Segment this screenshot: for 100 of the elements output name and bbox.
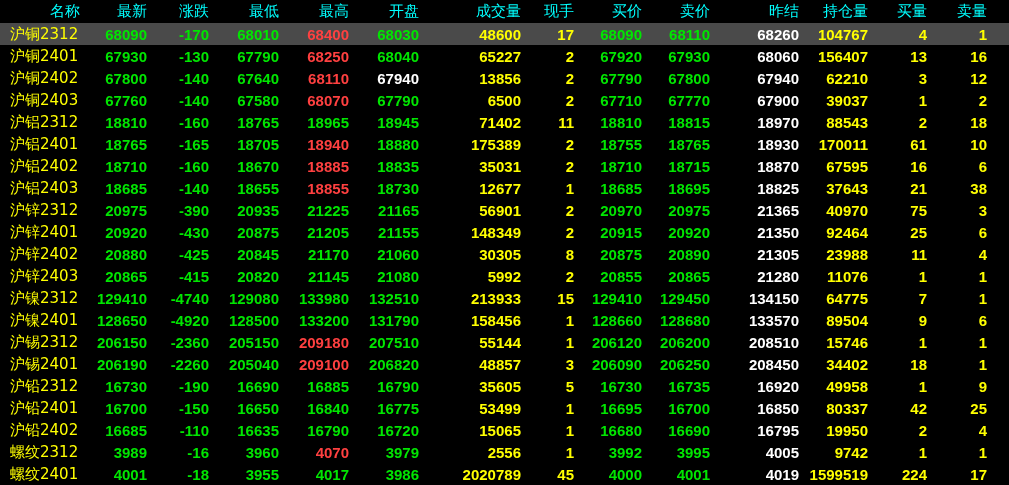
table-cell-text: 67640 — [236, 69, 279, 87]
table-cell-text: 45 — [556, 465, 574, 483]
quote-row[interactable]: 沪铅2312 16730 -190 16690 16885 16790 35605 5 16730 16735 16920 49958 1 9 — [0, 375, 1009, 397]
table-cell-text: 224 — [900, 465, 927, 483]
table-cell-text: 9 — [917, 311, 927, 329]
quote-row[interactable]: 沪铅2402 16685 -110 16635 16790 16720 15065 1 16680 16690 16795 19950 2 4 — [0, 419, 1009, 441]
table-cell-text: 21165 — [377, 201, 419, 219]
table-cell-text: 1 — [977, 355, 987, 373]
table-cell-text: 5992 — [486, 267, 521, 285]
table-cell-text: 18880 — [376, 135, 419, 153]
table-cell-text: 20880 — [104, 245, 147, 263]
table-cell-text: 18655 — [236, 179, 279, 197]
column-header[interactable]: 持仓量 — [799, 2, 868, 21]
table-cell-text: 129410 — [590, 289, 642, 307]
table-cell-text: 67710 — [599, 91, 642, 109]
contract-name: 沪镍2312 — [9, 288, 79, 308]
table-cell-text: 1 — [917, 91, 927, 109]
column-header[interactable]: 卖价 — [642, 2, 710, 21]
table-cell-text: 49958 — [825, 377, 868, 395]
table-cell-text: 3986 — [384, 465, 419, 483]
table-cell-text: 21280 — [756, 267, 799, 285]
table-cell-text: 68400 — [306, 25, 349, 43]
table-cell-text: 1 — [564, 333, 574, 351]
column-header[interactable]: 最低 — [209, 2, 279, 21]
table-cell-text: 148349 — [469, 223, 521, 241]
table-cell-text: 1 — [564, 421, 574, 439]
quote-row[interactable]: 沪锌2312 20975 -390 20935 21225 21165 56901 2 20970 20975 21365 40970 75 3 — [0, 199, 1009, 221]
column-header[interactable]: 卖量 — [927, 2, 987, 21]
quote-row[interactable]: 沪锌2403 20865 -415 20820 21145 21080 5992 2 20855 20865 21280 11076 1 1 — [0, 265, 1009, 287]
column-header[interactable]: 昨结 — [710, 2, 799, 21]
table-cell-text: 20820 — [236, 267, 279, 285]
table-cell-text: 207510 — [367, 333, 419, 351]
column-header[interactable]: 最高 — [279, 2, 349, 21]
table-cell-text: 3 — [564, 355, 574, 373]
contract-name: 沪铝2402 — [9, 156, 79, 176]
table-cell-text: 16700 — [667, 399, 710, 417]
quote-row[interactable]: 沪铝2401 18765 -165 18705 18940 18880 175389 2 18755 18765 18930 170011 61 10 — [0, 133, 1009, 155]
table-cell-text: 209100 — [297, 355, 349, 373]
quote-row[interactable]: 沪镍2312 129410 -4740 129080 133980 132510 213933 15 129410 129450 134150 64775 7 1 — [0, 287, 1009, 309]
quote-row[interactable]: 沪铜2403 67760 -140 67580 68070 67790 6500 2 67710 67770 67900 39037 1 2 — [0, 89, 1009, 111]
quote-row[interactable]: 沪锌2401 20920 -430 20875 21205 21155 148349 2 20915 20920 21350 92464 25 6 — [0, 221, 1009, 243]
table-cell-text: 18930 — [756, 135, 799, 153]
table-cell-text: 16790 — [306, 421, 349, 439]
quote-row[interactable]: 沪铝2312 18810 -160 18765 18965 18945 71402 11 18810 18815 18970 88543 2 18 — [0, 111, 1009, 133]
table-cell-text: 71402 — [478, 113, 521, 131]
column-header[interactable]: 成交量 — [419, 2, 521, 21]
table-cell-text: 9742 — [833, 443, 868, 461]
table-cell-text: 39037 — [825, 91, 868, 109]
table-cell-text: 128650 — [95, 311, 147, 329]
quote-row[interactable]: 螺纹2401 4001 -18 3955 4017 3986 2020789 45 4000 4001 4019 1599519 224 17 — [0, 463, 1009, 485]
table-cell-text: 129080 — [227, 289, 279, 307]
table-cell-text: 156407 — [816, 47, 868, 65]
table-cell-text: 206120 — [590, 333, 642, 351]
table-cell-text: 18765 — [236, 113, 279, 131]
column-header[interactable]: 现手 — [521, 2, 574, 21]
column-header[interactable]: 开盘 — [349, 2, 419, 21]
table-cell-text: 56901 — [478, 201, 521, 219]
table-cell-text: 20935 — [236, 201, 279, 219]
column-header[interactable]: 买价 — [574, 2, 642, 21]
table-cell-text: 21365 — [756, 201, 799, 219]
table-cell-text: 132510 — [367, 289, 419, 307]
table-cell-text: 3960 — [244, 443, 279, 461]
table-cell-text: 53499 — [478, 399, 521, 417]
column-header[interactable]: 涨跌 — [147, 2, 209, 21]
quote-row[interactable]: 沪铜2402 67800 -140 67640 68110 67940 13856 2 67790 67800 67940 62210 3 12 — [0, 67, 1009, 89]
table-cell-text: -430 — [177, 223, 209, 241]
table-cell-text: 68250 — [306, 47, 349, 65]
table-cell-text: -18 — [186, 465, 209, 483]
table-cell-text: 16840 — [306, 399, 349, 417]
table-cell-text: 18710 — [599, 157, 642, 175]
table-cell-text: 23988 — [825, 245, 868, 263]
table-cell-text: 2 — [917, 421, 927, 439]
quote-row[interactable]: 沪铅2401 16700 -150 16650 16840 16775 53499 1 16695 16700 16850 80337 42 25 — [0, 397, 1009, 419]
column-header[interactable]: 买量 — [868, 2, 927, 21]
table-cell-text: 16650 — [236, 399, 279, 417]
table-cell-text: 1 — [977, 267, 987, 285]
table-cell-text: 20915 — [599, 223, 642, 241]
table-cell-text: 2 — [564, 135, 574, 153]
quote-row[interactable]: 沪铜2312 68090 -170 68010 68400 68030 48600 17 68090 68110 68260 104767 4 1 — [0, 23, 1009, 45]
table-cell-text: 6 — [977, 311, 987, 329]
column-header[interactable]: 名称 — [0, 2, 80, 21]
quote-row[interactable]: 沪镍2401 128650 -4920 128500 133200 131790 158456 1 128660 128680 133570 89504 9 6 — [0, 309, 1009, 331]
table-cell-text: -140 — [177, 69, 209, 87]
table-cell-text: 18670 — [236, 157, 279, 175]
column-header[interactable]: 最新 — [80, 2, 147, 21]
table-cell-text: 1 — [564, 179, 574, 197]
quote-row[interactable]: 沪铝2403 18685 -140 18655 18855 18730 12677 1 18685 18695 18825 37643 21 38 — [0, 177, 1009, 199]
quote-row[interactable]: 沪锡2312 206150 -2360 205150 209180 207510 55144 1 206120 206200 208510 15746 1 1 — [0, 331, 1009, 353]
table-cell-text: 16735 — [667, 377, 710, 395]
quote-row[interactable]: 沪铜2401 67930 -130 67790 68250 68040 65227 2 67920 67930 68060 156407 13 16 — [0, 45, 1009, 67]
quote-row[interactable]: 沪铝2402 18710 -160 18670 18885 18835 35031 2 18710 18715 18870 67595 16 6 — [0, 155, 1009, 177]
table-cell-text: 1 — [977, 443, 987, 461]
quote-row[interactable]: 沪锡2401 206190 -2260 205040 209100 206820 48857 3 206090 206250 208450 34402 18 1 — [0, 353, 1009, 375]
table-cell-text: 11 — [910, 245, 927, 263]
table-cell-text: 30305 — [478, 245, 521, 263]
table-cell-text: 16795 — [756, 421, 799, 439]
table-cell-text: 104767 — [816, 25, 868, 43]
table-cell-text: 37643 — [825, 179, 868, 197]
quote-row[interactable]: 螺纹2312 3989 -16 3960 4070 3979 2556 1 3992 3995 4005 9742 1 1 — [0, 441, 1009, 463]
quote-row[interactable]: 沪锌2402 20880 -425 20845 21170 21060 30305 8 20875 20890 21305 23988 11 4 — [0, 243, 1009, 265]
